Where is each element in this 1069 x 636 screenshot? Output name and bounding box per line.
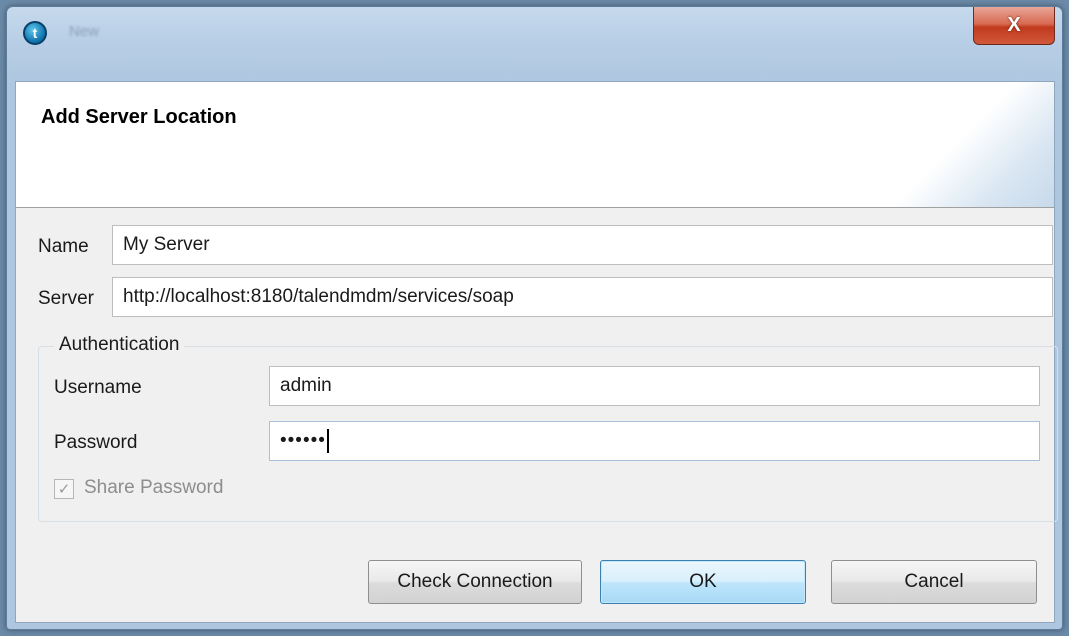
share-password-checkbox[interactable]: ✓ [54,479,74,499]
password-input-value: •••••• [280,430,326,451]
text-caret [326,429,329,453]
username-input[interactable]: admin [269,366,1040,406]
username-label: Username [54,377,142,398]
header-banner-decoration [884,82,1054,207]
dialog-content: Add Server Location Name My Server Serve… [15,81,1058,623]
password-input[interactable]: •••••• [269,421,1040,461]
talend-logo-icon: t [23,21,47,45]
close-icon: X [1007,14,1021,36]
username-input-value: admin [280,375,332,396]
server-input-value: http://localhost:8180/talendmdm/services… [123,286,514,307]
password-label: Password [54,432,138,453]
check-connection-button[interactable]: Check Connection [368,560,582,604]
name-input-value: My Server [123,234,210,255]
ok-button[interactable]: OK [600,560,806,604]
name-label: Name [38,236,89,257]
close-button[interactable]: X [973,7,1055,45]
server-label: Server [38,288,94,309]
ok-label: OK [689,571,717,592]
check-connection-label: Check Connection [397,571,553,592]
share-password-label: Share Password [84,477,224,498]
cancel-button[interactable]: Cancel [831,560,1037,604]
dialog-header: Add Server Location [16,82,1054,208]
authentication-legend: Authentication [54,334,185,356]
window-title: New [69,23,100,40]
cancel-label: Cancel [904,571,964,592]
dialog-title: Add Server Location [41,106,237,128]
server-input[interactable]: http://localhost:8180/talendmdm/services… [112,277,1053,317]
dialog-window: t New X Add Server Location Name My Serv… [6,6,1063,630]
title-bar[interactable]: t New X [7,7,1062,67]
checkmark-icon: ✓ [57,480,71,498]
name-input[interactable]: My Server [112,225,1053,265]
